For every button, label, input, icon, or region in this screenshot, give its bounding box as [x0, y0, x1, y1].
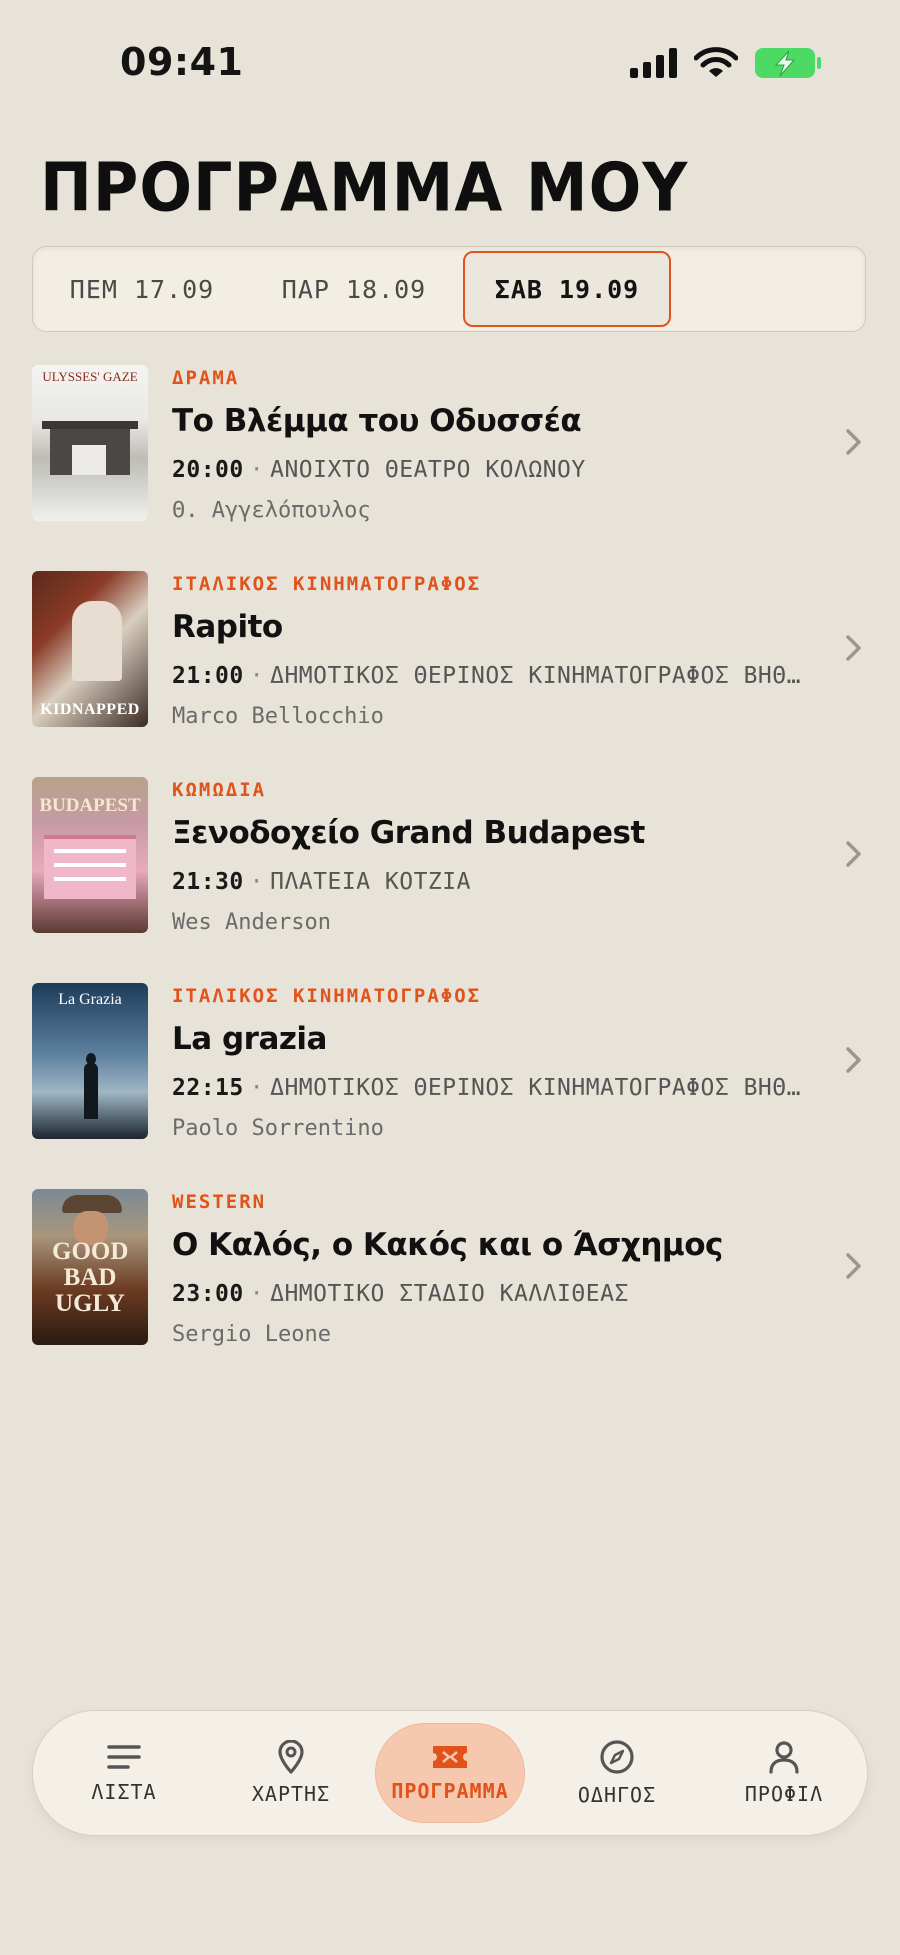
nav-item-map[interactable]: ΧΑΡΤΗΣ: [216, 1723, 366, 1823]
film-director: Wes Anderson: [172, 910, 331, 935]
poster-image: La Grazia: [32, 983, 148, 1139]
film-title: Rapito: [172, 609, 283, 645]
film-genre: ΚΩΜΩΔΙΑ: [172, 779, 267, 801]
poster-image: ULYSSES' GAZE: [32, 365, 148, 521]
film-director: Paolo Sorrentino: [172, 1116, 384, 1141]
ticket-icon: [433, 1746, 467, 1768]
status-time: 09:41: [120, 40, 244, 84]
film-meta: 20:00 · ΑΝΟΙΧΤΟ ΘΕΑΤΡΟ ΚΟΛΩΝΟΥ: [172, 457, 586, 483]
page-title: ΠΡΟΓΡΑΜΜΑ ΜΟΥ: [40, 148, 689, 227]
film-title: Ο Καλός, ο Κακός και ο Άσχημος: [172, 1227, 723, 1263]
film-time: 21:30: [172, 869, 244, 895]
film-row[interactable]: KIDNAPPED ΙΤΑΛΙΚΟΣ ΚΙΝΗΜΑΤΟΓΡΑΦΟΣ Rapito…: [0, 571, 900, 777]
list-icon: [107, 1745, 141, 1769]
nav-item-program[interactable]: ΠΡΟΓΡΑΜΜΑ: [375, 1723, 525, 1823]
film-title: La grazia: [172, 1021, 327, 1057]
film-list: ULYSSES' GAZE ΔΡΑΜΑ Το Βλέμμα του Οδυσσέ…: [0, 365, 900, 1395]
battery-charging-icon: [755, 48, 821, 78]
nav-label: ΟΔΗΓΟΣ: [577, 1783, 657, 1807]
film-meta: 21:00 · ΔΗΜΟΤΙΚΟΣ ΘΕΡΙΝΟΣ ΚΙΝΗΜΑΤΟΓΡΑΦΟΣ Β…: [172, 663, 802, 689]
film-meta: 21:30 · ΠΛΑΤΕΙΑ ΚΟΤΖΙΑ: [172, 869, 471, 895]
film-venue: ΠΛΑΤΕΙΑ ΚΟΤΖΙΑ: [270, 869, 471, 895]
film-director: Θ. Αγγελόπουλος: [172, 498, 371, 523]
nav-label: ΠΡΟΦΙΛ: [744, 1782, 824, 1806]
bottom-nav: ΛΙΣΤΑ ΧΑΡΤΗΣ ΠΡΟΓΡΑΜΜΑ ΟΔΗΓΟΣ ΠΡΟΦΙΛ: [32, 1710, 868, 1836]
chevron-right-icon: [846, 841, 861, 867]
film-venue: ΔΗΜΟΤΙΚΟΣ ΘΕΡΙΝΟΣ ΚΙΝΗΜΑΤΟΓΡΑΦΟΣ ΒΗΘΛΕΕΜ: [270, 1075, 802, 1101]
film-meta: 23:00 · ΔΗΜΟΤΙΚΟ ΣΤΑΔΙΟ ΚΑΛΛΙΘΕΑΣ: [172, 1281, 629, 1307]
film-time: 23:00: [172, 1281, 244, 1307]
poster-image: KIDNAPPED: [32, 571, 148, 727]
film-row[interactable]: La Grazia ΙΤΑΛΙΚΟΣ ΚΙΝΗΜΑΤΟΓΡΑΦΟΣ La gra…: [0, 983, 900, 1189]
film-director: Marco Bellocchio: [172, 704, 384, 729]
day-tab-friday[interactable]: ΠΑΡ 18.09: [259, 251, 449, 327]
map-pin-icon: [278, 1740, 304, 1774]
film-genre: ΙΤΑΛΙΚΟΣ ΚΙΝΗΜΑΤΟΓΡΑΦΟΣ: [172, 985, 482, 1007]
nav-item-profile[interactable]: ΠΡΟΦΙΛ: [709, 1723, 859, 1823]
film-row[interactable]: ULYSSES' GAZE ΔΡΑΜΑ Το Βλέμμα του Οδυσσέ…: [0, 365, 900, 571]
film-time: 22:15: [172, 1075, 244, 1101]
film-title: Το Βλέμμα του Οδυσσέα: [172, 403, 582, 439]
film-genre: ΔΡΑΜΑ: [172, 367, 240, 389]
film-title: Ξενοδοχείο Grand Budapest: [172, 815, 645, 851]
film-director: Sergio Leone: [172, 1322, 331, 1347]
poster-image: GOOD BAD UGLY: [32, 1189, 148, 1345]
nav-label: ΛΙΣΤΑ: [91, 1780, 157, 1804]
film-genre: WESTERN: [172, 1191, 267, 1213]
poster-image: BUDAPEST: [32, 777, 148, 933]
compass-icon: [600, 1740, 634, 1774]
status-icons: [630, 46, 822, 80]
chevron-right-icon: [846, 635, 861, 661]
cellular-signal-icon: [630, 48, 677, 78]
nav-label: ΠΡΟΓΡΑΜΜΑ: [391, 1779, 509, 1803]
nav-item-list[interactable]: ΛΙΣΤΑ: [49, 1723, 199, 1823]
chevron-right-icon: [846, 1253, 861, 1279]
film-row[interactable]: BUDAPEST ΚΩΜΩΔΙΑ Ξενοδοχείο Grand Budape…: [0, 777, 900, 983]
film-meta: 22:15 · ΔΗΜΟΤΙΚΟΣ ΘΕΡΙΝΟΣ ΚΙΝΗΜΑΤΟΓΡΑΦΟΣ Β…: [172, 1075, 802, 1101]
status-bar: 09:41: [0, 0, 900, 120]
chevron-right-icon: [846, 429, 861, 455]
film-venue: ΑΝΟΙΧΤΟ ΘΕΑΤΡΟ ΚΟΛΩΝΟΥ: [270, 457, 586, 483]
day-tab-thursday[interactable]: ΠΕΜ 17.09: [47, 251, 237, 327]
film-venue: ΔΗΜΟΤΙΚΟΣ ΘΕΡΙΝΟΣ ΚΙΝΗΜΑΤΟΓΡΑΦΟΣ ΒΗΘΛΕΕΜ: [270, 663, 802, 689]
user-icon: [769, 1741, 799, 1774]
nav-label: ΧΑΡΤΗΣ: [251, 1782, 331, 1806]
chevron-right-icon: [846, 1047, 861, 1073]
film-venue: ΔΗΜΟΤΙΚΟ ΣΤΑΔΙΟ ΚΑΛΛΙΘΕΑΣ: [270, 1281, 629, 1307]
day-selector: ΠΕΜ 17.09 ΠΑΡ 18.09 ΣΑΒ 19.09: [32, 246, 866, 332]
film-time: 21:00: [172, 663, 244, 689]
nav-item-guide[interactable]: ΟΔΗΓΟΣ: [542, 1723, 692, 1823]
day-tab-saturday[interactable]: ΣΑΒ 19.09: [463, 251, 671, 327]
film-genre: ΙΤΑΛΙΚΟΣ ΚΙΝΗΜΑΤΟΓΡΑΦΟΣ: [172, 573, 482, 595]
wifi-icon: [694, 47, 738, 77]
film-time: 20:00: [172, 457, 244, 483]
film-row[interactable]: GOOD BAD UGLY WESTERN Ο Καλός, ο Κακός κ…: [0, 1189, 900, 1395]
